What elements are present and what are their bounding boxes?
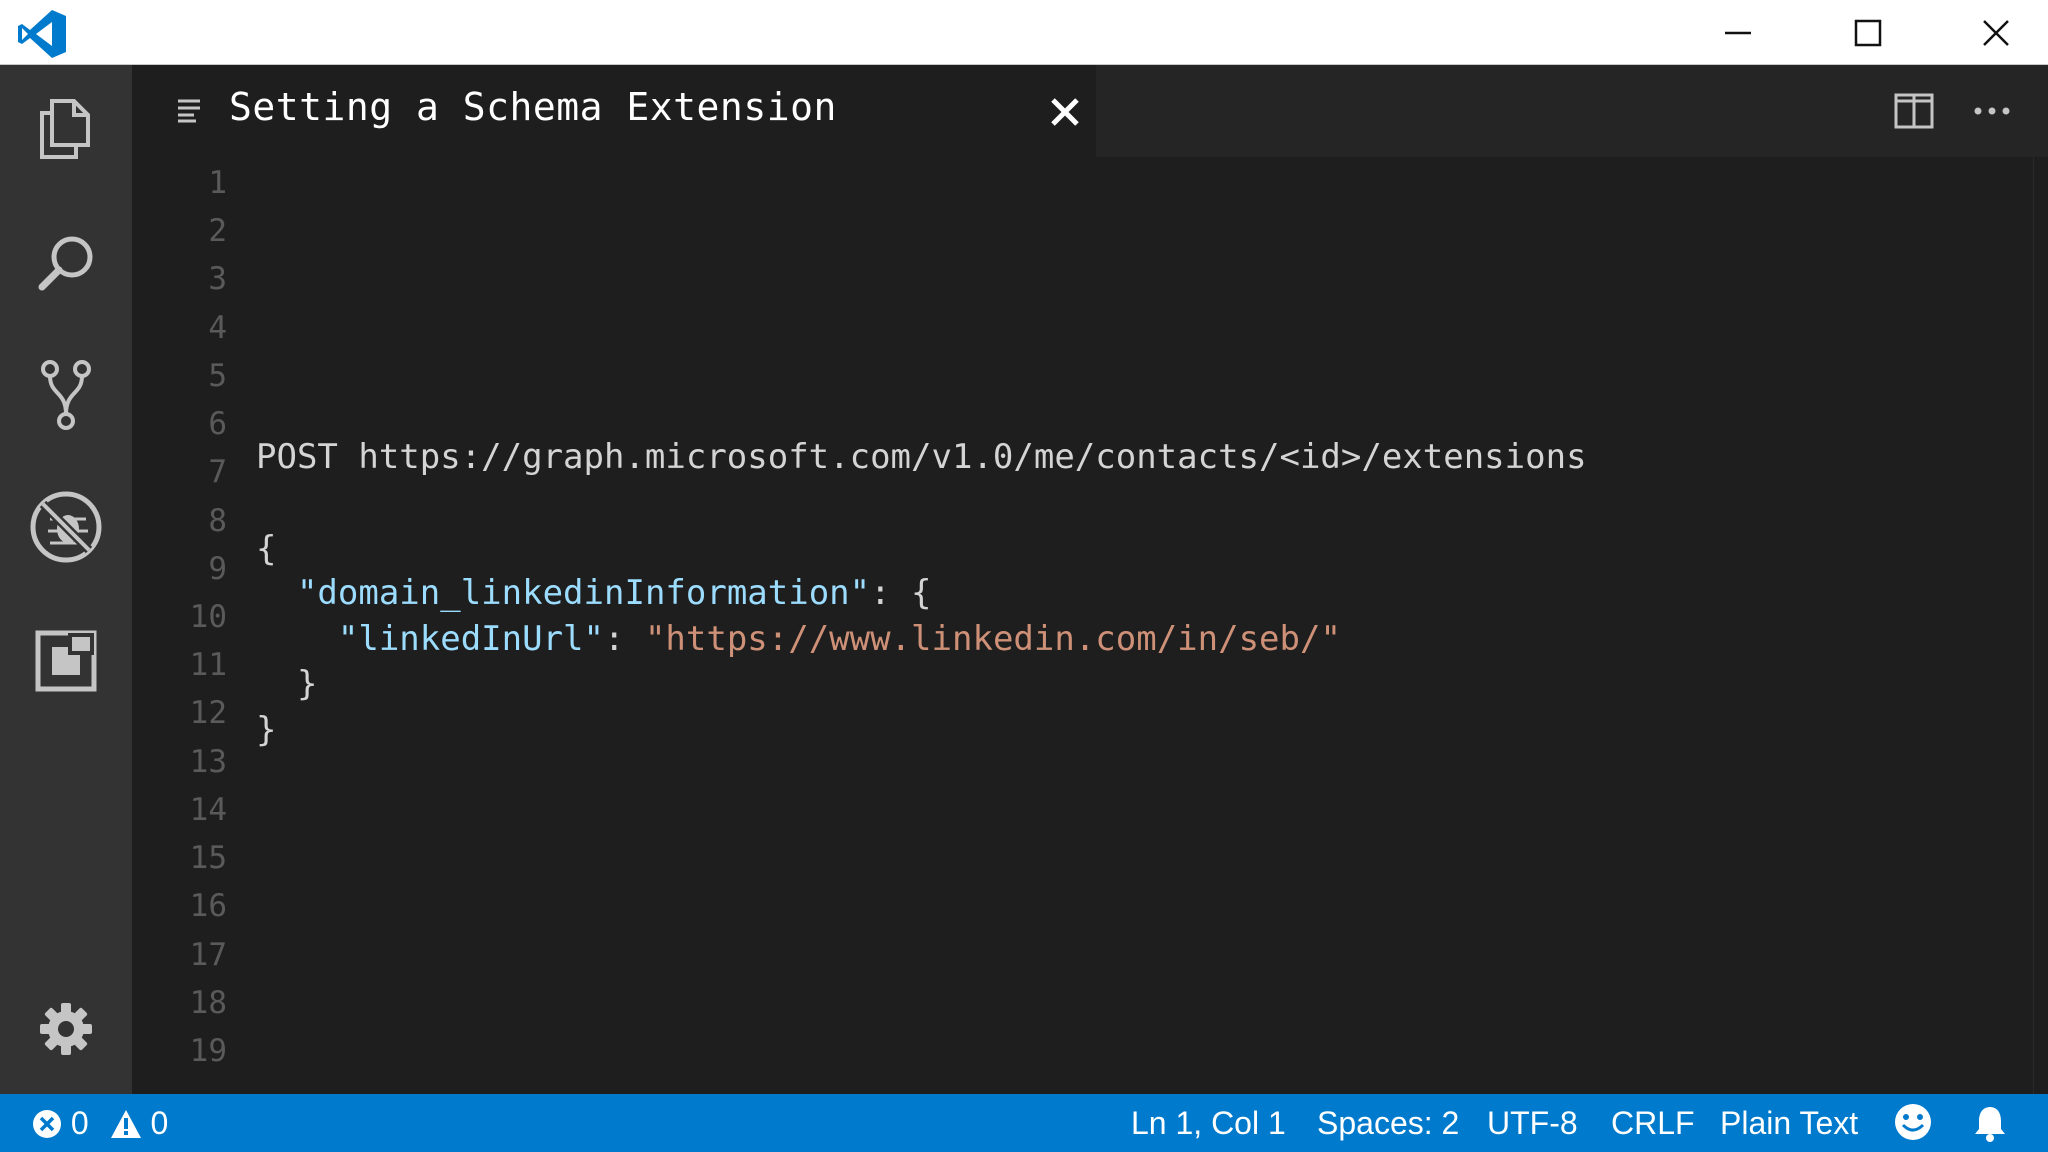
tab-setting-a-schema-extension[interactable]: Setting a Schema Extension [132,65,1096,157]
json-key: "linkedInUrl" [337,619,604,659]
json-punct: } [296,664,318,704]
code-line-12: } [256,710,277,750]
line-number: 11 [189,647,227,683]
warning-icon [110,1110,141,1138]
json-string: "https://www.linkedin.com/in/seb/" [644,619,1341,659]
tab-strip: Setting a Schema Extension [132,65,2048,157]
line-ending-setting[interactable]: CRLF [1611,1094,1695,1152]
editor-area[interactable]: 1 2 3 4 5 6 7 8 9 10 11 12 13 14 15 16 1… [132,157,2048,1094]
vertical-scrollbar[interactable] [2033,157,2048,1094]
explorer-icon[interactable] [26,89,106,169]
gear-icon[interactable] [26,989,106,1069]
debug-icon[interactable] [26,487,106,567]
json-key: "domain_linkedinInformation" [296,573,871,613]
line-number: 18 [189,985,227,1021]
title-bar [0,0,2048,65]
line-number: 19 [189,1033,227,1069]
line-number: 4 [208,310,227,346]
more-actions-icon[interactable] [1972,93,2012,134]
line-number: 6 [208,406,227,442]
feedback-smiley-icon[interactable] [1893,1094,1933,1152]
problems-indicator[interactable]: 0 0 [32,1094,168,1152]
error-count: 0 [70,1105,89,1141]
line-number: 17 [189,937,227,973]
error-icon [33,1110,61,1138]
line-number: 13 [189,744,227,780]
code-line-7: POST https://graph.microsoft.com/v1.0/me… [256,437,1587,477]
code-line-8: { [256,529,277,569]
search-icon[interactable] [26,223,106,303]
encoding-setting[interactable]: UTF-8 [1487,1094,1578,1152]
status-bar: 0 0 Ln 1, Col 1 Spaces: 2 UTF-8 CRLF Pla… [0,1094,2048,1152]
line-number: 10 [189,599,227,635]
code-line-9: "domain_linkedinInformation": { [256,571,932,615]
line-number: 15 [189,840,227,876]
json-punct: : [604,619,645,659]
code-content[interactable]: POST https://graph.microsoft.com/v1.0/me… [256,157,1587,750]
close-window-button[interactable] [1936,0,2048,65]
source-control-icon[interactable] [26,355,106,435]
vscode-logo-icon [16,8,68,60]
line-number: 7 [208,454,227,490]
code-line-10: "linkedInUrl": "https://www.linkedin.com… [256,617,1341,661]
warning-count: 0 [150,1105,169,1141]
json-punct: : { [870,573,932,613]
text-lines-icon [176,97,202,128]
code-line-11: } [256,662,317,706]
maximize-button[interactable] [1808,0,1928,65]
line-number: 5 [208,358,227,394]
line-number: 14 [189,792,227,828]
minimize-button[interactable] [1678,0,1798,65]
line-number: 3 [208,261,227,297]
line-number: 16 [189,888,227,924]
cursor-position[interactable]: Ln 1, Col 1 [1131,1094,1286,1152]
line-number: 8 [208,503,227,539]
line-number: 2 [208,213,227,249]
split-editor-icon[interactable] [1894,93,1934,134]
language-mode[interactable]: Plain Text [1720,1094,1858,1152]
line-number: 1 [208,165,227,201]
line-number: 9 [208,551,227,587]
close-tab-icon[interactable] [1048,95,1082,129]
notifications-bell-icon[interactable] [1972,1094,2008,1152]
extensions-icon[interactable] [26,621,106,701]
line-number: 12 [189,695,227,731]
line-number-gutter: 1 2 3 4 5 6 7 8 9 10 11 12 13 14 15 16 1… [132,157,227,1094]
tab-title: Setting a Schema Extension [229,85,837,129]
activity-bar [0,65,132,1094]
indentation-setting[interactable]: Spaces: 2 [1317,1094,1459,1152]
